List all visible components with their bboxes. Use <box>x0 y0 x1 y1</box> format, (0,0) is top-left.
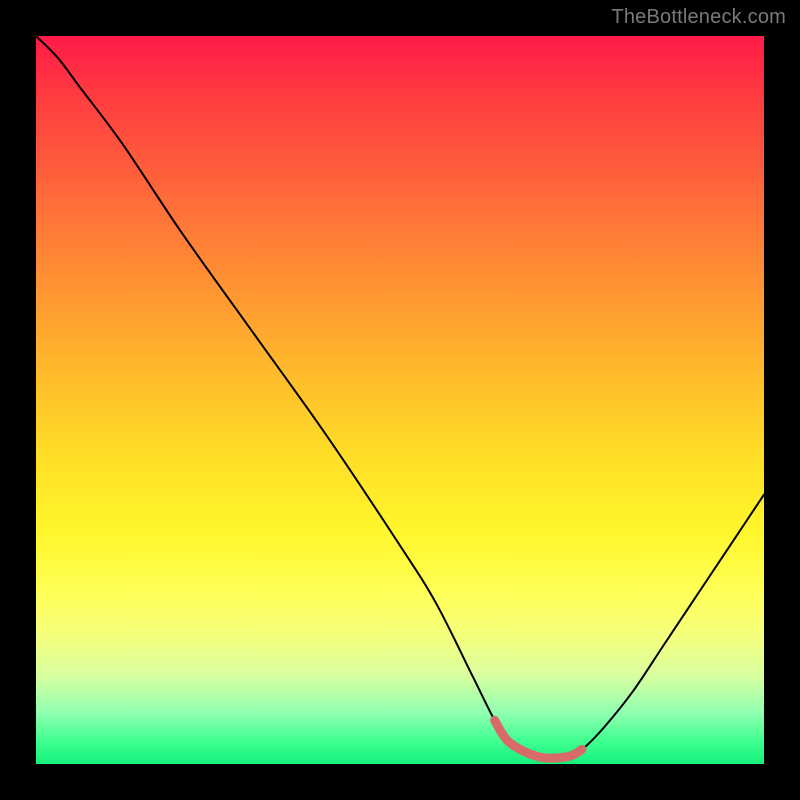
optimal-range-highlight <box>495 720 582 758</box>
chart-frame: TheBottleneck.com <box>0 0 800 800</box>
bottleneck-curve-line <box>36 36 764 758</box>
plot-area <box>36 36 764 764</box>
watermark-text: TheBottleneck.com <box>611 6 786 29</box>
plot-overlay <box>36 36 764 764</box>
